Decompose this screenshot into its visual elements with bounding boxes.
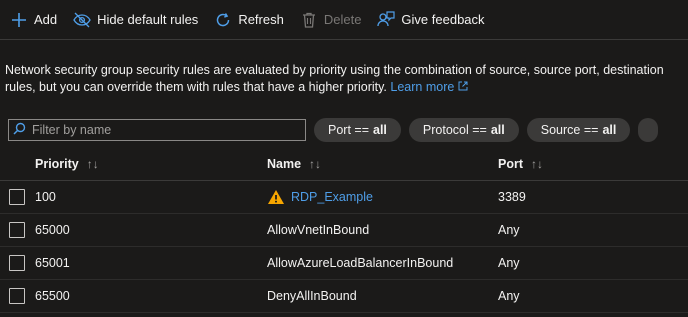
command-bar: Add Hide default rules Refresh Delete Gi…: [0, 0, 688, 40]
hide-default-rules-button[interactable]: Hide default rules: [73, 11, 198, 29]
table-row[interactable]: 100 RDP_Example 3389: [0, 181, 688, 214]
column-header-name[interactable]: Name ↑↓: [267, 157, 321, 171]
plus-icon: [10, 11, 28, 29]
trash-icon: [300, 11, 318, 29]
feedback-icon: [377, 10, 396, 29]
priority-cell: 65000: [35, 223, 70, 237]
priority-cell: 100: [35, 190, 56, 204]
sort-icon: ↑↓: [309, 157, 322, 171]
column-header-priority[interactable]: Priority ↑↓: [35, 157, 99, 171]
port-cell: 3389: [498, 190, 526, 204]
source-filter-value: all: [602, 123, 617, 137]
description-line-1: Network security group security rules ar…: [5, 63, 664, 77]
port-header-label: Port: [498, 157, 523, 171]
refresh-label: Refresh: [238, 12, 284, 27]
name-header-label: Name: [267, 157, 302, 171]
more-filter-pill[interactable]: [638, 118, 659, 142]
description-text: Network security group security rules ar…: [5, 62, 688, 96]
priority-cell: 65001: [35, 256, 70, 270]
column-header-port[interactable]: Port ↑↓: [498, 157, 543, 171]
port-cell: Any: [498, 223, 520, 237]
filter-by-name-input[interactable]: [26, 122, 294, 138]
filter-bar: Port ==all Protocol ==all Source ==all: [8, 118, 666, 142]
rule-name-link[interactable]: RDP_Example: [291, 190, 373, 204]
eye-off-icon: [73, 11, 91, 29]
row-checkbox[interactable]: [9, 288, 25, 304]
row-checkbox[interactable]: [9, 222, 25, 238]
give-feedback-label: Give feedback: [401, 12, 485, 27]
table-header: Priority ↑↓ Name ↑↓ Port ↑↓: [0, 148, 688, 181]
table-row[interactable]: 65500 DenyAllInBound Any: [0, 280, 688, 313]
delete-button[interactable]: Delete: [300, 11, 362, 29]
learn-more-link[interactable]: Learn more: [390, 80, 468, 94]
name-cell: DenyAllInBound: [267, 289, 357, 303]
search-icon: [13, 122, 26, 138]
protocol-filter-pill[interactable]: Protocol == all: [408, 118, 519, 142]
row-checkbox[interactable]: [9, 255, 25, 271]
port-filter-value: all: [373, 123, 387, 137]
protocol-filter-value: all: [490, 123, 505, 137]
table-row[interactable]: 65001 AllowAzureLoadBalancerInBound Any: [0, 247, 688, 280]
table-row[interactable]: 65000 AllowVnetInBound Any: [0, 214, 688, 247]
source-filter-pill[interactable]: Source == all: [526, 118, 631, 142]
port-cell: Any: [498, 289, 520, 303]
name-cell: AllowVnetInBound: [267, 223, 370, 237]
priority-header-label: Priority: [35, 157, 79, 171]
give-feedback-button[interactable]: Give feedback: [377, 10, 485, 29]
sort-icon: ↑↓: [531, 157, 543, 171]
port-filter-pill[interactable]: Port == all: [314, 118, 401, 142]
learn-more-label: Learn more: [390, 80, 455, 94]
add-button[interactable]: Add: [10, 11, 57, 29]
sort-icon: ↑↓: [86, 157, 99, 171]
row-checkbox[interactable]: [9, 189, 25, 205]
port-filter-key: Port ==: [328, 123, 369, 137]
hide-default-rules-label: Hide default rules: [97, 12, 199, 27]
security-rules-table: Priority ↑↓ Name ↑↓ Port ↑↓ 100 RDP_Exam…: [0, 148, 688, 313]
refresh-icon: [214, 11, 232, 29]
name-cell: RDP_Example: [267, 181, 373, 213]
description-line-2: rules, but you can override them with ru…: [5, 80, 391, 94]
source-filter-key: Source ==: [540, 123, 599, 137]
add-label: Add: [34, 12, 58, 27]
port-cell: Any: [498, 256, 520, 270]
external-link-icon: [458, 80, 468, 94]
priority-cell: 65500: [35, 289, 70, 303]
filter-search-box[interactable]: [8, 119, 306, 141]
delete-label: Delete: [323, 12, 362, 27]
warning-icon: [267, 189, 285, 205]
name-cell: AllowAzureLoadBalancerInBound: [267, 256, 454, 270]
refresh-button[interactable]: Refresh: [214, 11, 284, 29]
protocol-filter-key: Protocol ==: [422, 123, 487, 137]
